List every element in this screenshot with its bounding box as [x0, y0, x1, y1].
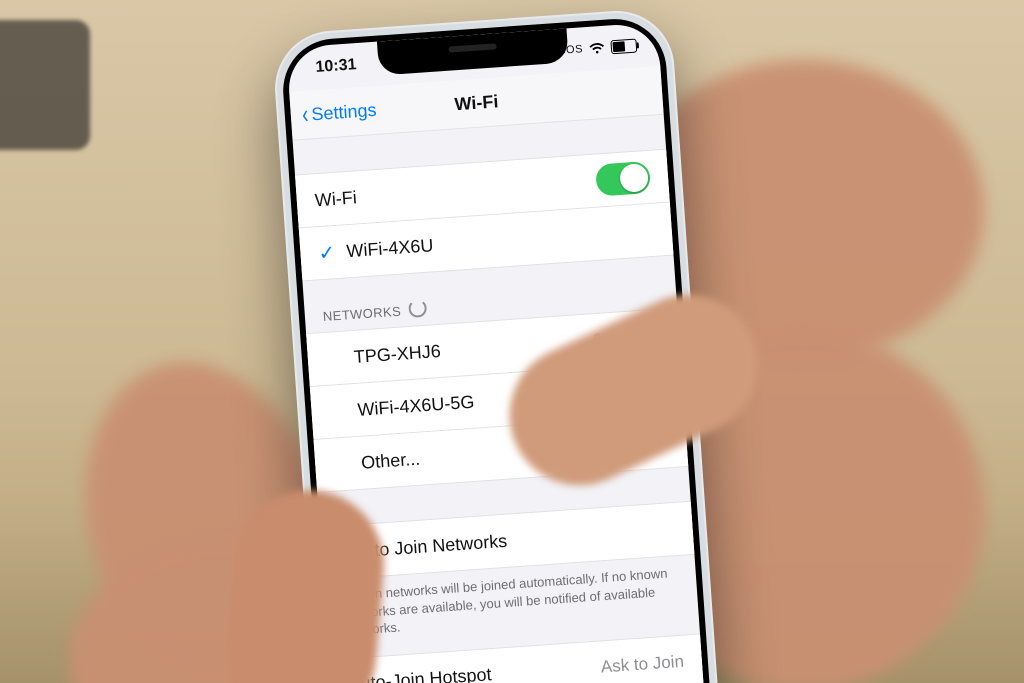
back-button[interactable]: ‹ Settings	[300, 98, 377, 127]
back-label: Settings	[311, 99, 377, 124]
auto-hotspot-label: Auto-Join Hotspot	[348, 657, 602, 683]
networks-header-label: Networks	[322, 304, 401, 324]
chevron-left-icon: ‹	[301, 101, 309, 127]
wifi-toggle[interactable]	[595, 161, 651, 197]
loading-spinner-icon	[408, 299, 427, 318]
page-title: Wi-Fi	[454, 91, 499, 115]
auto-hotspot-value: Ask to Join	[600, 651, 684, 677]
checkmark-icon: ✓	[318, 239, 348, 266]
connected-network-name: WiFi-4X6U	[346, 219, 655, 261]
battery-icon	[610, 39, 637, 55]
wifi-toggle-label: Wi-Fi	[314, 170, 597, 211]
ask-to-join-label: Ask to Join Networks	[339, 519, 676, 563]
photo-scene: 10:31 SOS ‹ Settings Wi-Fi	[0, 0, 1024, 683]
background-object	[0, 20, 90, 150]
clock: 10:31	[315, 56, 357, 77]
wifi-icon	[589, 42, 606, 55]
